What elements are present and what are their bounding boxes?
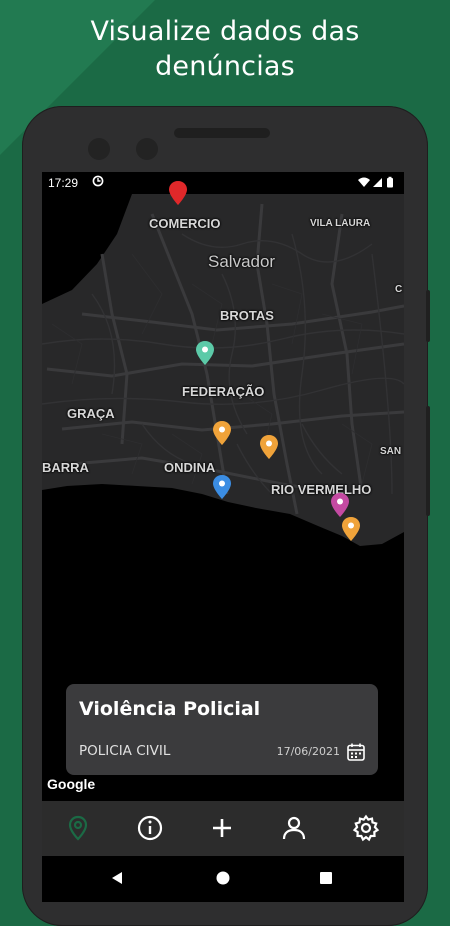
user-icon[interactable] [280, 814, 308, 842]
map-pin-icon[interactable] [64, 814, 92, 842]
map-label-federacao: FEDERAÇÃO [182, 384, 265, 399]
map-label-ondina: ONDINA [164, 460, 216, 475]
status-bar: 17:29 [42, 172, 404, 194]
headline: Visualize dados das denúncias [0, 14, 450, 84]
calendar-icon [347, 743, 365, 761]
map-pin-orange-1[interactable] [212, 420, 232, 446]
status-icons [358, 176, 393, 188]
bottom-navigation [42, 801, 404, 856]
home-icon[interactable] [215, 870, 231, 886]
headline-line-1: Visualize dados das [90, 16, 360, 47]
sync-icon [92, 175, 104, 187]
map-pin-teal[interactable] [195, 340, 215, 366]
map-pin-orange-2[interactable] [259, 434, 279, 460]
phone-screen: 17:29 COMERCIO VILA LAURA Salvador BROTA… [42, 172, 404, 902]
map-pin-orange-3[interactable] [341, 516, 361, 542]
sensor [136, 138, 158, 160]
map-pin-blue[interactable] [212, 474, 232, 500]
report-card[interactable]: Violência Policial POLICIA CIVIL 17/06/2… [66, 684, 378, 775]
back-icon[interactable] [109, 870, 125, 886]
map-label-brotas: BROTAS [220, 308, 274, 323]
map-label-comercio: COMERCIO [149, 216, 221, 231]
map-pin-magenta[interactable] [330, 492, 350, 518]
status-time: 17:29 [48, 176, 79, 190]
map-pin-red[interactable] [168, 180, 188, 206]
map-label-vila-laura: VILA LAURA [310, 218, 371, 229]
report-agency: POLICIA CIVIL [79, 743, 171, 759]
map-label-city: Salvador [208, 252, 276, 271]
headline-line-2: denúncias [155, 51, 295, 82]
map-label-c: C [395, 284, 403, 295]
report-date: 17/06/2021 [276, 745, 340, 758]
wifi-icon [358, 177, 370, 187]
plus-icon[interactable] [208, 814, 236, 842]
front-camera [88, 138, 110, 160]
power-button [426, 290, 430, 342]
google-attribution[interactable]: Google [47, 776, 95, 792]
map-label-barra: BARRA [42, 460, 89, 475]
map-label-rio-vermelho: RIO VERMELHO [271, 482, 372, 497]
system-navigation-bar [42, 856, 404, 902]
gear-icon[interactable] [352, 814, 380, 842]
map-label-san: SAN [380, 446, 402, 457]
battery-icon [387, 176, 393, 188]
report-title: Violência Policial [79, 698, 261, 720]
map-label-graca: GRAÇA [67, 406, 115, 421]
recents-icon[interactable] [318, 870, 334, 886]
earpiece-speaker [174, 128, 270, 138]
info-icon[interactable] [136, 814, 164, 842]
volume-button [426, 406, 430, 516]
signal-icon [373, 178, 382, 187]
